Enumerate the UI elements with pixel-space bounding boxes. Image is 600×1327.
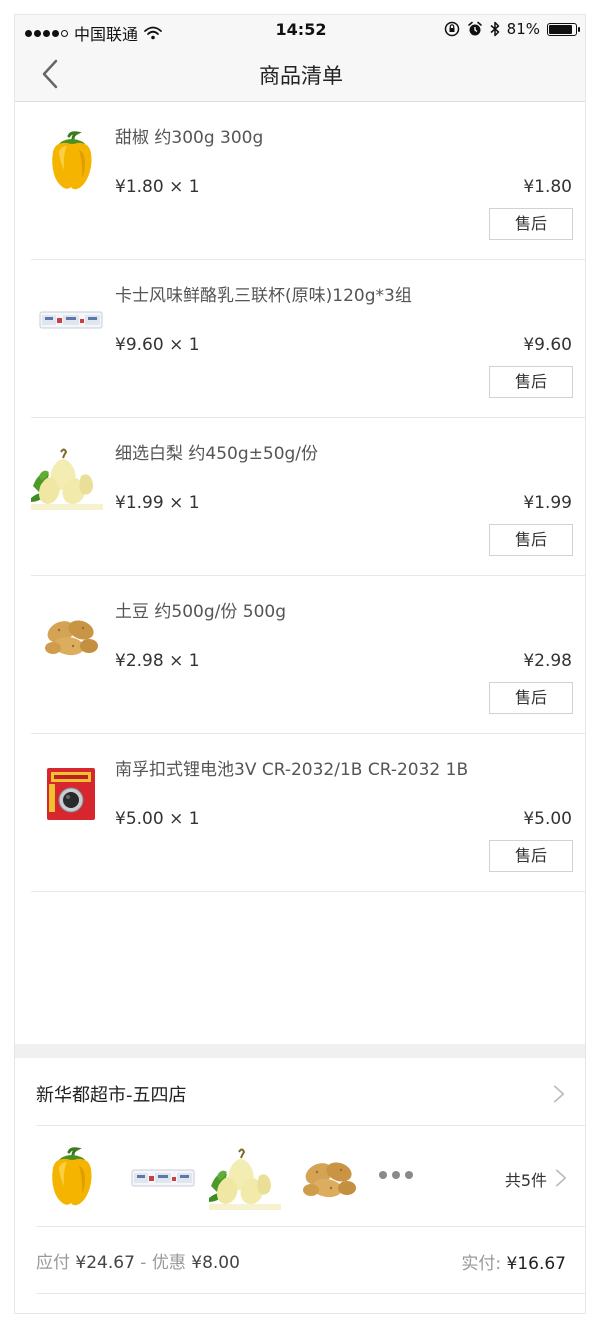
- payable-label: 应付: [36, 1253, 70, 1273]
- bluetooth-icon: [490, 21, 499, 37]
- after-sale-button[interactable]: 售后: [489, 840, 573, 872]
- pears-image: [31, 446, 103, 510]
- item-name: 卡士风味鲜酪乳三联杯(原味)120g*3组: [115, 286, 412, 306]
- item-count: 共5件: [504, 1171, 547, 1190]
- status-right: 81%: [444, 20, 580, 38]
- product-list: 甜椒 约300g 300g ¥1.80 × 1 ¥1.80 售后 卡士风味鲜酪乳…: [31, 102, 585, 892]
- list-item[interactable]: 卡士风味鲜酪乳三联杯(原味)120g*3组 ¥9.60 × 1 ¥9.60 售后: [31, 260, 585, 418]
- yellow-pepper-thumbnail: [39, 1146, 103, 1210]
- discount-label: 优惠: [151, 1253, 186, 1273]
- after-sale-button[interactable]: 售后: [489, 524, 573, 556]
- coin-battery-image: [39, 762, 103, 826]
- after-sale-button[interactable]: 售后: [489, 682, 573, 714]
- item-unit-price: ¥1.80 × 1: [115, 177, 200, 197]
- item-name: 细选白梨 约450g±50g/份: [115, 444, 319, 464]
- potatoes-image: [39, 604, 103, 668]
- more-icon: [379, 1171, 413, 1179]
- list-item[interactable]: 细选白梨 约450g±50g/份 ¥1.99 × 1 ¥1.99 售后: [31, 418, 585, 576]
- after-sale-button[interactable]: 售后: [489, 208, 573, 240]
- payable-amount: ¥24.67: [75, 1253, 135, 1273]
- list-item[interactable]: 甜椒 约300g 300g ¥1.80 × 1 ¥1.80 售后: [31, 102, 585, 260]
- battery-icon: [547, 22, 580, 36]
- item-name: 甜椒 约300g 300g: [115, 128, 264, 148]
- alarm-icon: [467, 21, 482, 36]
- item-unit-price: ¥2.98 × 1: [115, 651, 200, 671]
- paid-amount: ¥16.67: [506, 1254, 566, 1274]
- chevron-right-icon: [553, 1084, 565, 1104]
- nav-bar: 商品清单: [15, 45, 585, 102]
- after-sale-button[interactable]: 售后: [489, 366, 573, 398]
- separator: -: [140, 1253, 147, 1273]
- item-name: 南孚扣式锂电池3V CR-2032/1B CR-2032 1B: [115, 760, 469, 780]
- item-unit-price: ¥1.99 × 1: [115, 493, 200, 513]
- yellow-pepper-image: [39, 130, 103, 194]
- item-name: 土豆 约500g/份 500g: [115, 602, 287, 622]
- item-unit-price: ¥9.60 × 1: [115, 335, 200, 355]
- screen-frame: 中国联通 14:52 81% 商品清单 甜椒 约300g 300g ¥1.80 …: [14, 14, 586, 1314]
- discount-amount: ¥8.00: [191, 1253, 240, 1273]
- paid-label: 实付:: [461, 1254, 502, 1274]
- item-total: ¥2.98: [523, 651, 572, 671]
- yogurt-pack-thumbnail: [127, 1146, 199, 1210]
- paid-total: 实付: ¥16.67: [461, 1249, 566, 1274]
- page-title: 商品清单: [259, 64, 343, 88]
- chevron-right-icon: [555, 1168, 567, 1188]
- store-row[interactable]: 新华都超市-五四店: [15, 1058, 586, 1126]
- battery-percent: 81%: [506, 20, 540, 38]
- potatoes-thumbnail: [297, 1146, 361, 1210]
- item-total: ¥1.99: [523, 493, 572, 513]
- status-bar: 中国联通 14:52 81%: [15, 15, 585, 45]
- divider: [36, 1293, 585, 1294]
- order-summary: 应付 ¥24.67 - 优惠 ¥8.00 实付: ¥16.67: [15, 1227, 585, 1293]
- yogurt-pack-image: [39, 288, 103, 352]
- price-breakdown: 应付 ¥24.67 - 优惠 ¥8.00: [36, 1248, 240, 1273]
- order-thumbnails-row[interactable]: 共5件: [15, 1126, 586, 1227]
- battery-fill: [549, 24, 572, 34]
- store-name: 新华都超市-五四店: [36, 1085, 187, 1106]
- list-item[interactable]: 南孚扣式锂电池3V CR-2032/1B CR-2032 1B ¥5.00 × …: [31, 734, 585, 892]
- section-separator: [15, 1044, 585, 1058]
- item-total: ¥1.80: [523, 177, 572, 197]
- item-total: ¥9.60: [523, 335, 572, 355]
- list-item[interactable]: 土豆 约500g/份 500g ¥2.98 × 1 ¥2.98 售后: [31, 576, 585, 734]
- pears-thumbnail: [209, 1146, 281, 1210]
- item-total: ¥5.00: [523, 809, 572, 829]
- rotation-lock-icon: [444, 21, 459, 37]
- item-unit-price: ¥5.00 × 1: [115, 809, 200, 829]
